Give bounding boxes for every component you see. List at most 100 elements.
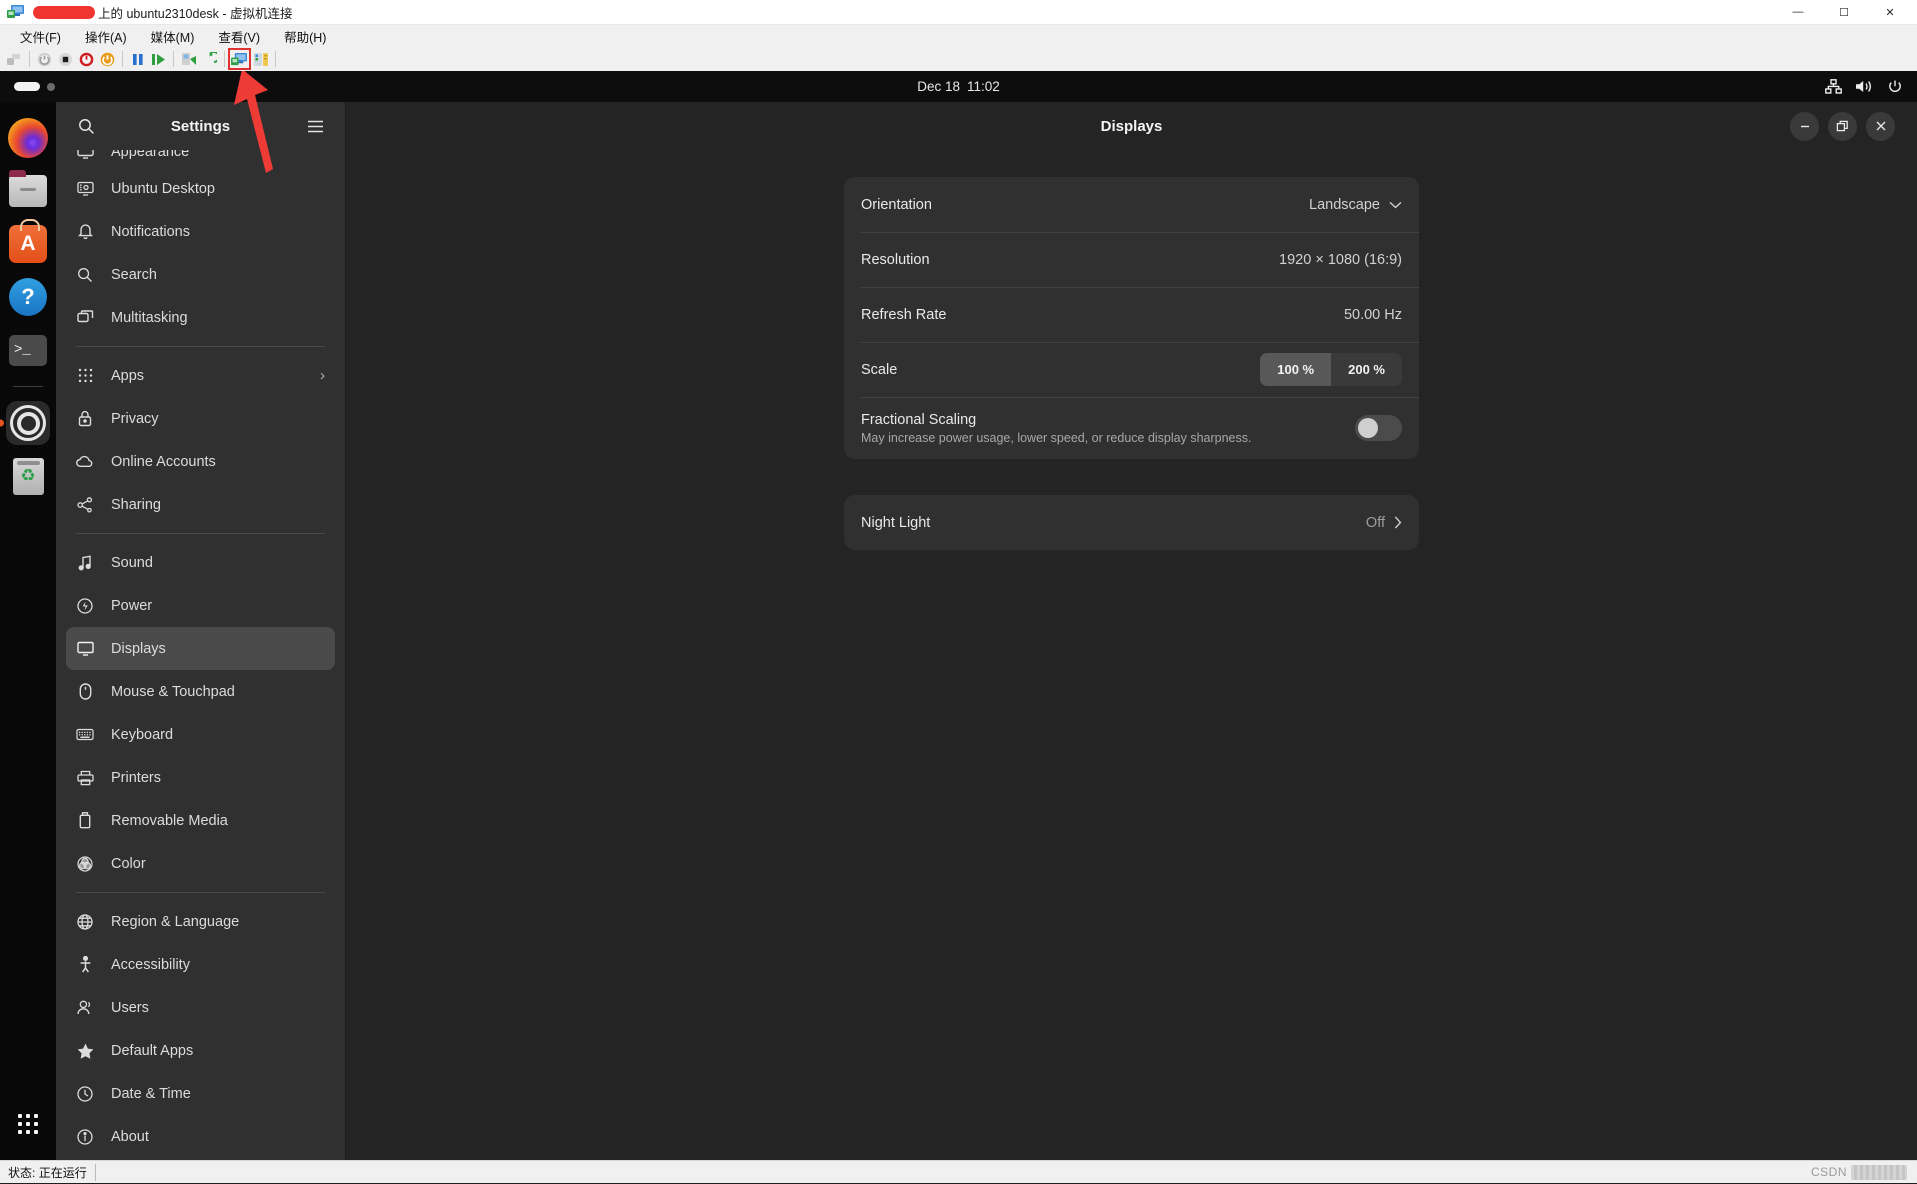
ubuntu-software-icon: A [9, 225, 47, 263]
sidebar-item-removable-media[interactable]: Removable Media [66, 799, 335, 842]
dock-item-ubuntu-software[interactable]: A [6, 222, 50, 266]
menu-media[interactable]: 媒体(M) [139, 25, 207, 48]
menu-help[interactable]: 帮助(H) [272, 25, 338, 48]
dock-item-help[interactable]: ? [6, 275, 50, 319]
minimize-button[interactable] [1790, 112, 1819, 141]
sidebar-item-multitasking[interactable]: Multitasking [66, 296, 335, 339]
orientation-value-group[interactable]: Landscape [1309, 197, 1402, 213]
sidebar-item-accessibility[interactable]: Accessibility [66, 943, 335, 986]
power-icon[interactable] [1887, 79, 1903, 95]
system-tray[interactable] [1825, 79, 1917, 95]
scale-label: Scale [861, 362, 897, 378]
vm-viewport[interactable]: Dec 1811:02 [0, 71, 1917, 1160]
sidebar-item-label: Accessibility [111, 957, 190, 973]
sidebar-item-about[interactable]: About [66, 1115, 335, 1158]
chevron-right-icon [1394, 516, 1402, 529]
resume-icon[interactable] [148, 49, 169, 69]
scale-segmented-control[interactable]: 100 % 200 % [1260, 353, 1402, 386]
search-icon[interactable] [70, 110, 102, 142]
workspace-active-pill[interactable] [14, 82, 40, 91]
sidebar-item-default-apps[interactable]: Default Apps [66, 1029, 335, 1072]
sidebar-item-sharing[interactable]: Sharing [66, 483, 335, 526]
shutdown-icon[interactable] [34, 49, 55, 69]
network-wired-icon[interactable] [1825, 79, 1842, 94]
volume-icon[interactable] [1855, 79, 1874, 94]
fractional-scaling-toggle[interactable] [1355, 415, 1402, 441]
settings-sidebar: Settings Appearan [56, 102, 346, 1160]
sidebar-item-keyboard[interactable]: Keyboard [66, 713, 335, 756]
share-icon [76, 497, 94, 513]
sidebar-item-printers[interactable]: Printers [66, 756, 335, 799]
monitor-icon [76, 641, 94, 657]
power-off-icon[interactable] [76, 49, 97, 69]
enhanced-session-icon[interactable] [229, 49, 250, 69]
sidebar-item-date-time[interactable]: Date & Time [66, 1072, 335, 1115]
orientation-row[interactable]: Orientation Landscape [844, 177, 1419, 232]
sidebar-item-power[interactable]: Power [66, 584, 335, 627]
sidebar-item-mouse-touchpad[interactable]: Mouse & Touchpad [66, 670, 335, 713]
dock-item-trash[interactable]: ♻ [6, 454, 50, 498]
sidebar-item-label: Printers [111, 770, 161, 786]
sidebar-item-label: About [111, 1129, 149, 1145]
toolbar-separator [173, 51, 174, 67]
sidebar-item-label: Color [111, 856, 146, 872]
sidebar-item-region-language[interactable]: Region & Language [66, 900, 335, 943]
workspace-dot[interactable] [47, 83, 55, 91]
sidebar-item-online-accounts[interactable]: Online Accounts [66, 440, 335, 483]
checkpoint-icon[interactable] [178, 49, 199, 69]
dock-item-firefox[interactable] [6, 116, 50, 160]
menu-action[interactable]: 操作(A) [73, 25, 139, 48]
usb-drive-icon [76, 812, 94, 829]
resolution-value: 1920 × 1080 (16:9) [1279, 252, 1402, 268]
sidebar-item-users[interactable]: Users [66, 986, 335, 1029]
night-light-row[interactable]: Night Light Off [844, 495, 1419, 550]
grid-icon [76, 368, 94, 383]
close-button[interactable] [1866, 112, 1895, 141]
sidebar-item-sound[interactable]: Sound [66, 541, 335, 584]
vm-maximize-button[interactable]: ☐ [1821, 0, 1867, 25]
dock-item-files[interactable] [6, 169, 50, 213]
start-icon[interactable] [97, 49, 118, 69]
dock-item-terminal[interactable]: >_ [6, 328, 50, 372]
menu-file[interactable]: 文件(F) [8, 25, 73, 48]
vm-window-controls: — ☐ ✕ [1775, 0, 1913, 25]
sidebar-item-search[interactable]: Search [66, 253, 335, 296]
sidebar-item-notifications[interactable]: Notifications [66, 210, 335, 253]
sidebar-item-displays[interactable]: Displays [66, 627, 335, 670]
statusbar-divider [95, 1164, 96, 1181]
resolution-row[interactable]: Resolution 1920 × 1080 (16:9) [844, 232, 1419, 287]
maximize-button[interactable] [1828, 112, 1857, 141]
vm-titlebar: 上的 ubuntu2310desk - 虚拟机连接 — ☐ ✕ [0, 0, 1917, 25]
sidebar-item-ubuntu-desktop[interactable]: Ubuntu Desktop [66, 167, 335, 210]
dock-item-settings[interactable] [6, 401, 50, 445]
refresh-rate-value: 50.00 Hz [1344, 307, 1402, 323]
revert-icon[interactable] [199, 49, 220, 69]
pause-icon[interactable] [127, 49, 148, 69]
scale-option-100[interactable]: 100 % [1260, 353, 1331, 386]
refresh-rate-row[interactable]: Refresh Rate 50.00 Hz [844, 287, 1419, 342]
hamburger-menu-icon[interactable] [299, 110, 331, 142]
menu-view[interactable]: 查看(V) [206, 25, 272, 48]
globe-icon [76, 914, 94, 930]
sidebar-item-privacy[interactable]: Privacy [66, 397, 335, 440]
workspace-indicator[interactable] [14, 82, 55, 91]
sidebar-item-apps[interactable]: Apps › [66, 354, 335, 397]
sidebar-item-label: Online Accounts [111, 454, 216, 470]
dock-separator [13, 386, 43, 387]
fractional-scaling-label: Fractional Scaling [861, 412, 1252, 428]
sidebar-list[interactable]: Appearance Ubuntu Desktop [56, 150, 345, 1160]
sidebar-group-separator [76, 346, 325, 347]
scale-option-200[interactable]: 200 % [1331, 353, 1402, 386]
turn-off-icon[interactable] [55, 49, 76, 69]
vm-title-text: 上的 ubuntu2310desk - 虚拟机连接 [30, 3, 293, 22]
ctrl-alt-del-icon[interactable] [4, 49, 25, 69]
vm-minimize-button[interactable]: — [1775, 0, 1821, 25]
sidebar-item-color[interactable]: Color [66, 842, 335, 885]
top-bar-clock[interactable]: Dec 1811:02 [0, 79, 1917, 94]
settings-icon[interactable] [250, 49, 271, 69]
keyboard-icon [76, 728, 94, 741]
vm-close-button[interactable]: ✕ [1867, 0, 1913, 25]
sidebar-item-label: Power [111, 598, 152, 614]
show-applications-button[interactable] [6, 1102, 50, 1146]
sidebar-item-appearance[interactable]: Appearance [66, 150, 335, 167]
